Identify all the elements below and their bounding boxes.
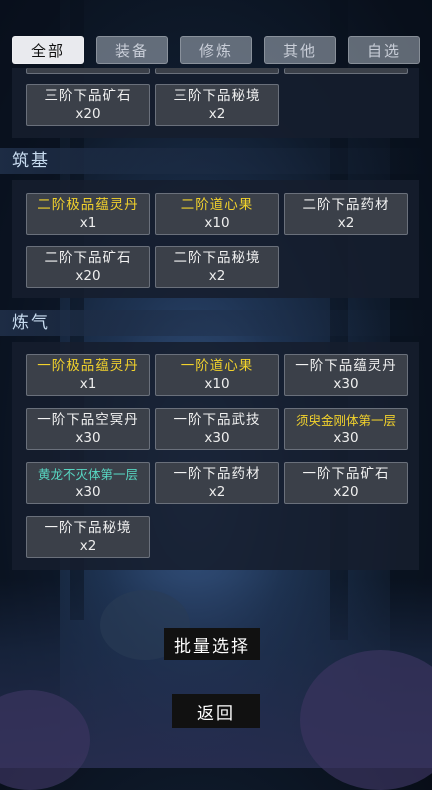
item-count: x2 xyxy=(79,538,97,554)
top-section-panel: 三阶下品矿石 x20 三阶下品秘境 x2 xyxy=(12,68,419,138)
item-card[interactable]: 一阶下品武技 x30 xyxy=(155,408,279,450)
item-card[interactable]: 一阶极品蕴灵丹 x1 xyxy=(26,354,150,396)
item-card[interactable]: 须臾金刚体第一层 x30 xyxy=(284,408,408,450)
batch-select-button[interactable]: 批量选择 xyxy=(164,628,260,660)
section-header-lianqi: 炼气 xyxy=(0,310,432,336)
item-name: 二阶道心果 xyxy=(180,197,254,213)
section-header-zhuji: 筑基 xyxy=(0,148,432,174)
item-count: x1 xyxy=(79,376,97,392)
item-card[interactable]: 一阶下品矿石 x20 xyxy=(284,462,408,504)
item-card[interactable] xyxy=(155,68,279,74)
item-name: 一阶道心果 xyxy=(180,358,254,374)
item-count: x20 xyxy=(75,106,101,122)
item-name: 一阶下品蕴灵丹 xyxy=(295,358,397,374)
item-count: x30 xyxy=(333,430,359,446)
item-count: x10 xyxy=(204,215,230,231)
item-count: x30 xyxy=(75,430,101,446)
item-card[interactable] xyxy=(284,68,408,74)
item-count: x30 xyxy=(333,376,359,392)
item-count: x2 xyxy=(337,215,355,231)
zhuji-section-panel: 二阶极品蕴灵丹 x1 二阶道心果 x10 二阶下品药材 x2 二阶下品矿石 x2… xyxy=(12,180,419,298)
item-card[interactable]: 一阶下品蕴灵丹 x30 xyxy=(284,354,408,396)
item-name: 须臾金刚体第一层 xyxy=(295,413,396,428)
item-name: 三阶下品秘境 xyxy=(173,88,261,104)
item-count: x30 xyxy=(75,484,101,500)
section-title: 炼气 xyxy=(12,313,50,333)
item-count: x1 xyxy=(79,215,97,231)
item-count: x2 xyxy=(208,484,226,500)
lianqi-section-panel: 一阶极品蕴灵丹 x1 一阶道心果 x10 一阶下品蕴灵丹 x30 一阶下品空冥丹… xyxy=(12,342,419,570)
tab-equipment[interactable]: 装备 xyxy=(96,36,168,64)
item-card[interactable]: 一阶下品药材 x2 xyxy=(155,462,279,504)
item-name: 二阶下品矿石 xyxy=(44,250,132,266)
item-card[interactable]: 一阶下品空冥丹 x30 xyxy=(26,408,150,450)
item-card[interactable]: 一阶道心果 x10 xyxy=(155,354,279,396)
section-title: 筑基 xyxy=(12,151,50,171)
item-name: 二阶下品秘境 xyxy=(173,250,261,266)
item-name: 一阶极品蕴灵丹 xyxy=(37,358,139,374)
item-name: 一阶下品矿石 xyxy=(302,466,390,482)
item-name: 一阶下品药材 xyxy=(173,466,261,482)
item-count: x2 xyxy=(208,106,226,122)
item-name: 一阶下品空冥丹 xyxy=(37,412,139,428)
item-card[interactable]: 黄龙不灭体第一层 x30 xyxy=(26,462,150,504)
item-name: 二阶极品蕴灵丹 xyxy=(37,197,139,213)
item-card[interactable]: 三阶下品秘境 x2 xyxy=(155,84,279,126)
item-card[interactable]: 二阶下品秘境 x2 xyxy=(155,246,279,288)
item-name: 一阶下品武技 xyxy=(173,412,261,428)
back-button[interactable]: 返回 xyxy=(172,694,260,728)
item-name: 三阶下品矿石 xyxy=(44,88,132,104)
item-card[interactable]: 二阶道心果 x10 xyxy=(155,193,279,235)
tab-cultivation[interactable]: 修炼 xyxy=(180,36,252,64)
item-card[interactable]: 二阶极品蕴灵丹 x1 xyxy=(26,193,150,235)
category-tabs: 全部 装备 修炼 其他 自选 xyxy=(12,36,420,64)
item-name: 黄龙不灭体第一层 xyxy=(37,467,138,482)
item-count: x20 xyxy=(333,484,359,500)
item-count: x2 xyxy=(208,268,226,284)
item-card[interactable]: 二阶下品矿石 x20 xyxy=(26,246,150,288)
item-count: x30 xyxy=(204,430,230,446)
item-card[interactable]: 二阶下品药材 x2 xyxy=(284,193,408,235)
item-card[interactable]: 三阶下品矿石 x20 xyxy=(26,84,150,126)
tab-all[interactable]: 全部 xyxy=(12,36,84,64)
item-name: 一阶下品秘境 xyxy=(44,520,132,536)
item-count: x10 xyxy=(204,376,230,392)
item-count: x20 xyxy=(75,268,101,284)
item-card[interactable]: 一阶下品秘境 x2 xyxy=(26,516,150,558)
item-card[interactable] xyxy=(26,68,150,74)
item-name: 二阶下品药材 xyxy=(302,197,390,213)
tab-other[interactable]: 其他 xyxy=(264,36,336,64)
tab-custom[interactable]: 自选 xyxy=(348,36,420,64)
